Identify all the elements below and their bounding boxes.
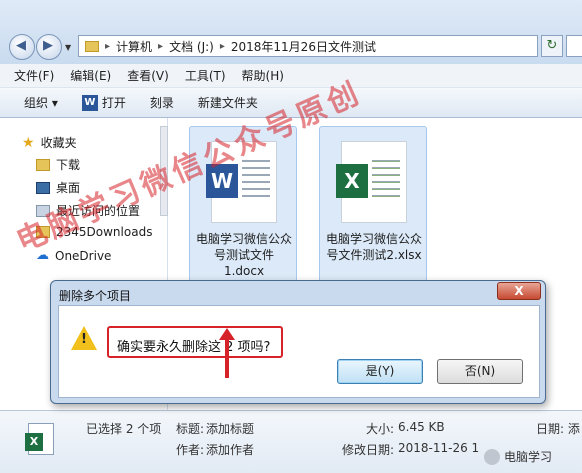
sidebar-item-label: 最近访问的位置 xyxy=(56,204,141,218)
back-arrow-icon: ◀ xyxy=(16,38,26,53)
date-label: 日期: 添 xyxy=(536,422,580,436)
sidebar-item-onedrive[interactable]: ☁ OneDrive xyxy=(36,248,111,263)
modified-value: 2018-11-26 1 xyxy=(398,441,480,455)
sidebar-item-label: 收藏夹 xyxy=(40,136,77,150)
author-value[interactable]: 添加作者 xyxy=(206,441,254,458)
dialog-close-button[interactable]: X xyxy=(497,282,541,300)
size-value: 6.45 KB xyxy=(398,420,445,434)
sidebar-item-desktop[interactable]: 桌面 xyxy=(36,179,80,196)
footer-brand: 电脑学习 xyxy=(484,448,552,465)
sidebar-item-label: 下载 xyxy=(56,158,81,172)
title-address-area: ◀ ▶ ▼ ▸ 计算机 ▸ 文档 (J:) ▸ 2018年11月26日文件测试 … xyxy=(0,0,582,64)
chevron-right-icon[interactable]: ▸ xyxy=(220,41,225,52)
file-item-docx[interactable]: W 电脑学习微信公众号测试文件1.docx xyxy=(189,126,297,282)
folder-icon xyxy=(85,40,99,52)
dialog-message: 确实要永久删除这 2 项吗? xyxy=(117,340,271,355)
sidebar-item-2345downloads[interactable]: 2345Downloads xyxy=(36,225,152,239)
sidebar-item-label: 桌面 xyxy=(56,181,81,195)
breadcrumb-drive[interactable]: 文档 (J:) xyxy=(169,38,214,55)
recent-pages-dropdown-icon[interactable]: ▼ xyxy=(65,43,71,52)
dialog-body: ! 确实要永久删除这 2 项吗? 是(Y) 否(N) xyxy=(58,305,540,398)
menu-view[interactable]: 查看(V) xyxy=(127,67,169,84)
dialog-title: 删除多个项目 xyxy=(59,289,132,303)
back-button[interactable]: ◀ xyxy=(9,34,35,60)
address-bar[interactable]: ▸ 计算机 ▸ 文档 (J:) ▸ 2018年11月26日文件测试 xyxy=(78,35,538,57)
breadcrumb-computer[interactable]: 计算机 xyxy=(116,38,152,55)
command-toolbar: 组织 ▾ W 打开 刻录 新建文件夹 xyxy=(0,88,582,118)
organize-button[interactable]: 组织 ▾ xyxy=(24,94,58,111)
forward-button[interactable]: ▶ xyxy=(36,34,62,60)
modified-label: 修改日期: xyxy=(342,443,395,457)
excel-icon: X xyxy=(336,164,368,198)
chevron-right-icon[interactable]: ▸ xyxy=(158,41,163,52)
selection-count: 已选择 2 个项 xyxy=(86,422,162,436)
open-button[interactable]: W 打开 xyxy=(81,94,126,111)
menu-bar: 文件(F) 编辑(E) 查看(V) 工具(T) 帮助(H) xyxy=(0,64,582,88)
refresh-button[interactable]: ↻ xyxy=(541,35,563,57)
word-document-thumbnail: W xyxy=(206,141,277,223)
no-button[interactable]: 否(N) xyxy=(437,359,523,384)
chevron-right-icon[interactable]: ▸ xyxy=(105,41,110,52)
new-folder-button[interactable]: 新建文件夹 xyxy=(198,94,258,111)
file-item-xlsx[interactable]: X 电脑学习微信公众号文件测试2.xlsx xyxy=(319,126,427,282)
sidebar-item-recent[interactable]: 最近访问的位置 xyxy=(36,202,140,219)
folder-icon xyxy=(36,226,50,238)
file-name: 电脑学习微信公众号文件测试2.xlsx xyxy=(325,232,422,262)
menu-tools[interactable]: 工具(T) xyxy=(185,67,226,84)
forward-arrow-icon: ▶ xyxy=(43,38,53,53)
title-value[interactable]: 添加标题 xyxy=(206,420,254,437)
menu-file[interactable]: 文件(F) xyxy=(14,67,54,84)
desktop-icon xyxy=(36,181,50,194)
word-icon: W xyxy=(206,164,238,198)
sidebar-scrollbar[interactable] xyxy=(160,126,168,216)
cloud-icon: ☁ xyxy=(36,248,49,263)
sidebar-item-label: OneDrive xyxy=(55,248,112,263)
delete-confirm-dialog: 删除多个项目 X ! 确实要永久删除这 2 项吗? 是(Y) 否(N) xyxy=(50,280,546,404)
star-icon: ★ xyxy=(22,134,35,151)
refresh-icon: ↻ xyxy=(546,38,558,53)
sidebar-item-favorites[interactable]: ★ 收藏夹 xyxy=(22,134,77,151)
menu-edit[interactable]: 编辑(E) xyxy=(70,67,111,84)
size-label: 大小: xyxy=(366,422,395,436)
open-label: 打开 xyxy=(101,96,126,110)
burn-button[interactable]: 刻录 xyxy=(150,94,174,111)
footer-brand-label: 电脑学习 xyxy=(504,450,553,464)
recent-places-icon xyxy=(36,204,50,217)
brand-logo-icon xyxy=(484,448,500,465)
title-label: 标题: xyxy=(176,422,205,436)
folder-icon xyxy=(36,158,50,171)
sidebar-item-label: 2345Downloads xyxy=(56,225,153,239)
excel-document-thumbnail: X xyxy=(336,141,407,223)
excel-file-icon: X xyxy=(25,423,54,455)
warning-icon: ! xyxy=(71,326,97,350)
breadcrumb-folder[interactable]: 2018年11月26日文件测试 xyxy=(231,38,376,55)
annotation-arrow-shaft xyxy=(225,332,229,378)
word-icon: W xyxy=(81,94,98,111)
search-input[interactable] xyxy=(566,35,582,57)
author-label: 作者: xyxy=(176,443,205,457)
menu-help[interactable]: 帮助(H) xyxy=(242,67,284,84)
sidebar-item-downloads[interactable]: 下载 xyxy=(36,156,80,173)
yes-button[interactable]: 是(Y) xyxy=(337,359,423,384)
file-name: 电脑学习微信公众号测试文件1.docx xyxy=(195,232,292,278)
